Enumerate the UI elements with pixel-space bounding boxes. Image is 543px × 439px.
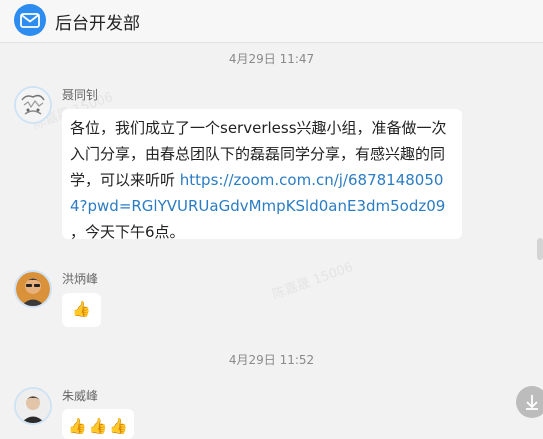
avatar[interactable] — [14, 387, 52, 425]
thumbs-up-emoji: 👍👍👍 — [68, 417, 131, 435]
mail-icon[interactable] — [14, 4, 46, 36]
watermark: 陈嘉晟 15006 — [270, 259, 356, 303]
message-bubble: 👍 — [62, 293, 101, 327]
sender-name: 洪炳峰 — [62, 272, 99, 286]
scrollbar-thumb[interactable] — [537, 238, 543, 260]
chat-header: 后台开发部 — [0, 0, 543, 43]
message-timestamp: 4月29日 11:47 — [228, 52, 315, 66]
avatar[interactable] — [14, 86, 52, 124]
chat-title: 后台开发部 — [55, 14, 140, 34]
sender-name: 朱威峰 — [62, 389, 99, 403]
message-text: ，今天下午6点。 — [70, 223, 185, 241]
thumbs-up-emoji: 👍 — [72, 300, 91, 318]
scroll-to-bottom-button[interactable] — [516, 386, 543, 418]
avatar[interactable] — [14, 270, 52, 308]
message-timestamp: 4月29日 11:52 — [228, 353, 315, 367]
arrow-down-icon — [526, 395, 538, 410]
message-bubble: 各位，我们成立了一个serverless兴趣小组，准备做一次入门分享，由春总团队… — [62, 109, 462, 241]
sender-name: 聂同钊 — [62, 88, 99, 102]
message-bubble: 👍👍👍 — [62, 409, 134, 439]
